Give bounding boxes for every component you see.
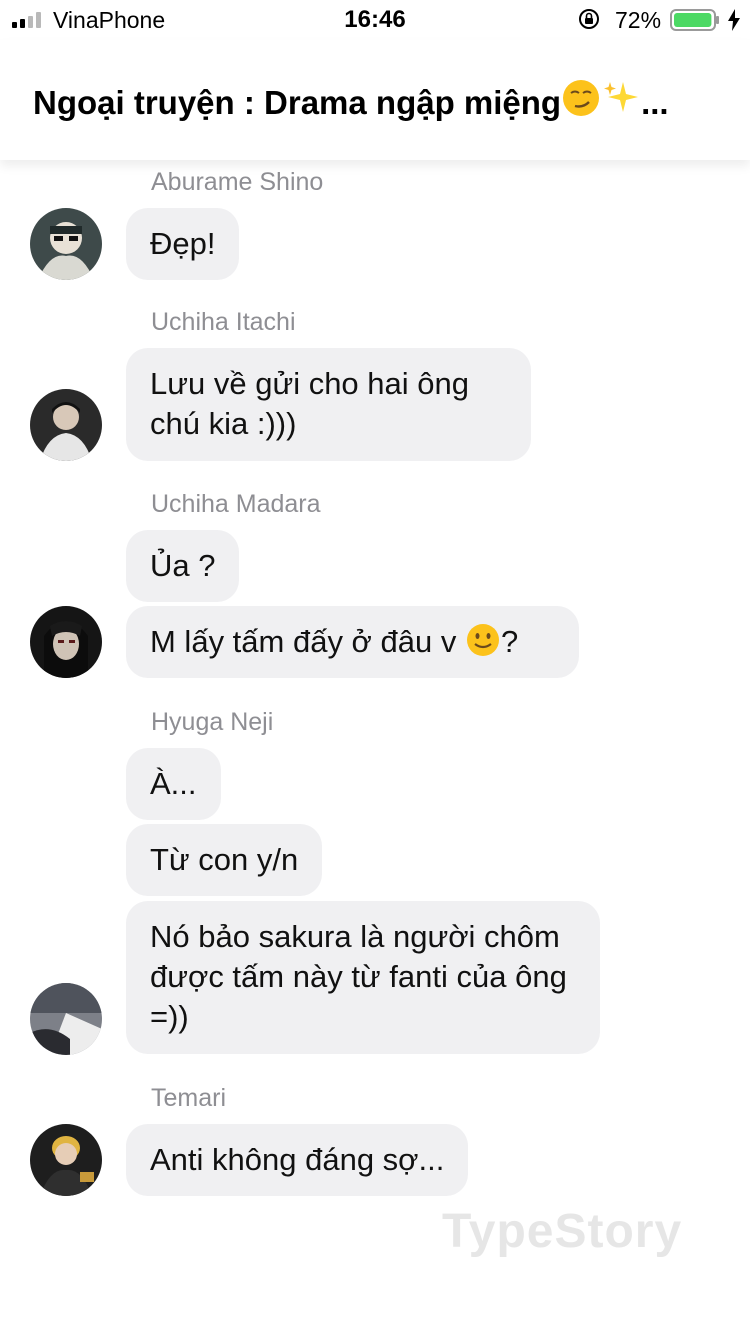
sender-name: Uchiha Madara: [151, 490, 321, 518]
message-bubble[interactable]: Đẹp!: [126, 208, 240, 280]
smirk-emoji-icon: [563, 80, 600, 116]
message-text: Ủa ?: [150, 548, 216, 583]
message-text: Anti không đáng sợ...: [150, 1142, 445, 1177]
message-bubble[interactable]: M lấy tấm đấy ở đâu v ?: [126, 606, 579, 678]
message-bubble[interactable]: Ủa ?: [126, 530, 240, 602]
sender-name: Temari: [151, 1084, 227, 1112]
message-text: M lấy tấm đấy ở đâu v: [150, 624, 457, 659]
chat-title[interactable]: Ngoại truyện : Drama ngập miệng...: [33, 78, 669, 122]
message-bubble[interactable]: Anti không đáng sợ...: [126, 1124, 469, 1196]
sender-name: Uchiha Itachi: [151, 308, 296, 336]
battery-percent: 72%: [615, 7, 662, 33]
title-ellipsis: ...: [641, 84, 669, 121]
message-text: À...: [150, 766, 197, 801]
chat-header: Ngoại truyện : Drama ngập miệng...: [0, 40, 750, 160]
message-bubble[interactable]: Lưu về gửi cho hai ông chú kia :))): [126, 348, 531, 461]
message-text: Nó bảo sakura là người chôm được tấm này…: [150, 919, 567, 1034]
sparkles-emoji-icon: [604, 82, 639, 112]
message-text: Đẹp!: [150, 226, 216, 261]
avatar-uchiha-madara[interactable]: [30, 606, 102, 678]
message-bubble[interactable]: Nó bảo sakura là người chôm được tấm này…: [126, 901, 600, 1054]
avatar-hyuga-neji[interactable]: [30, 983, 102, 1055]
status-bar: VinaPhone 16:46 72%: [0, 0, 750, 40]
slight-smile-emoji-icon: [466, 624, 499, 656]
sender-name: Hyuga Neji: [151, 708, 274, 736]
avatar-temari[interactable]: [30, 1124, 102, 1196]
chat-title-text: Ngoại truyện : Drama ngập miệng: [33, 84, 562, 121]
message-bubble[interactable]: À...: [126, 748, 221, 820]
message-bubble[interactable]: Từ con y/n: [126, 824, 323, 896]
message-text: Lưu về gửi cho hai ông chú kia :))): [150, 366, 469, 441]
sender-name: Aburame Shino: [151, 168, 324, 196]
charging-icon: [728, 9, 740, 31]
message-text: ?: [500, 624, 519, 659]
avatar-aburame-shino[interactable]: [30, 208, 102, 280]
rotation-lock-icon: [579, 9, 599, 29]
battery-icon: [670, 9, 719, 31]
avatar-uchiha-itachi[interactable]: [30, 389, 102, 461]
watermark: TypeStory: [442, 1205, 683, 1258]
message-text: Từ con y/n: [150, 842, 299, 877]
